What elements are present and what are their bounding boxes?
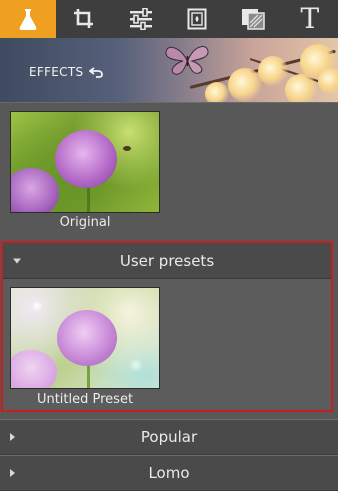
- preset-thumbnail[interactable]: [10, 287, 160, 389]
- frame-icon: [187, 8, 207, 30]
- user-presets-header[interactable]: User presets: [3, 243, 331, 279]
- category-popular-label: Popular: [140, 428, 198, 446]
- text-icon: T: [300, 2, 320, 35]
- adjustments-tool-button[interactable]: [113, 0, 169, 38]
- original-section: Original: [0, 102, 338, 237]
- user-presets-section: User presets Untitled Preset: [1, 241, 333, 412]
- effects-header-banner: EFFECTS: [0, 38, 338, 102]
- frames-tool-button[interactable]: [169, 0, 225, 38]
- effects-title: EFFECTS: [29, 65, 104, 79]
- text-tool-button[interactable]: T: [282, 0, 338, 38]
- preset-label: Untitled Preset: [36, 392, 134, 407]
- effects-tool-button[interactable]: [0, 0, 57, 38]
- flask-icon: [19, 9, 37, 30]
- sliders-icon: [129, 8, 152, 30]
- category-lomo-label: Lomo: [148, 464, 190, 482]
- category-popular[interactable]: Popular: [0, 419, 338, 455]
- texture-icon: [242, 9, 266, 30]
- original-label: Original: [59, 215, 111, 230]
- textures-tool-button[interactable]: [225, 0, 281, 38]
- undo-icon[interactable]: [89, 66, 104, 78]
- top-toolbar: T: [0, 0, 338, 39]
- expand-arrow-icon: [10, 469, 15, 477]
- butterfly-icon: [165, 46, 209, 75]
- expand-arrow-icon: [10, 433, 15, 441]
- effects-title-text: EFFECTS: [29, 65, 84, 79]
- user-presets-title: User presets: [119, 251, 215, 270]
- crop-icon: [74, 9, 94, 28]
- original-thumbnail[interactable]: [10, 111, 160, 213]
- collapse-arrow-icon: [13, 258, 21, 263]
- crop-tool-button[interactable]: [56, 0, 112, 38]
- category-lomo[interactable]: Lomo: [0, 455, 338, 491]
